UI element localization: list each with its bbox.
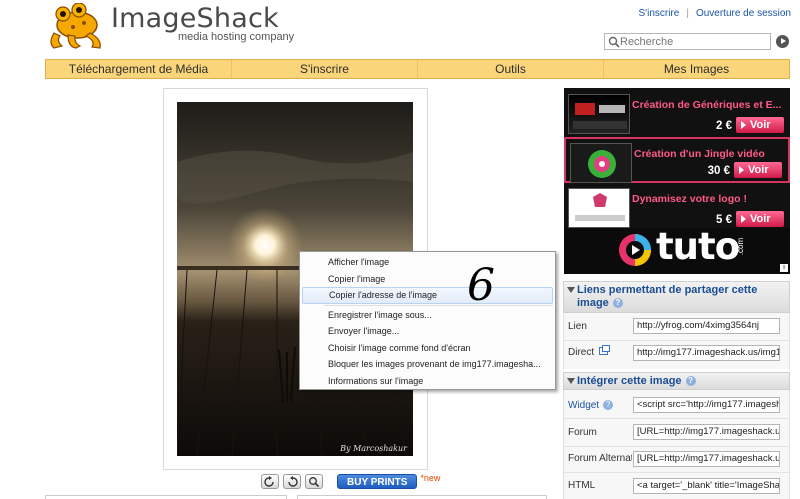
widget-code-field[interactable]: <script src='http://img177.imagesh (633, 397, 780, 413)
link-label: Lien (568, 321, 587, 332)
ad-title: Création de Génériques et E... (632, 99, 782, 111)
tab-tools[interactable]: Outils (418, 60, 604, 78)
ad-thumbnail (568, 94, 630, 134)
collapse-arrow-icon (567, 287, 575, 293)
rotate-left-button[interactable] (261, 474, 279, 489)
html-code-field[interactable]: <a target='_blank' title='ImageShac (633, 478, 780, 494)
help-icon[interactable]: ? (612, 298, 623, 308)
bottom-left-panel (45, 495, 287, 499)
main-nav: Téléchargement de Média S'inscrire Outil… (45, 59, 790, 79)
ad-thumbnail (568, 188, 630, 228)
share-links-header[interactable]: Liens permettant de partager cette image… (563, 281, 790, 313)
ads-panel: Création de Génériques et E... 2 € Voir … (564, 88, 790, 274)
forum-label: Forum (568, 427, 597, 438)
help-icon[interactable]: ? (603, 400, 614, 410)
tuto-logo-icon (619, 234, 651, 266)
link-separator: | (686, 8, 689, 19)
direct-link-label: Direct (568, 345, 611, 358)
ad-thumbnail (570, 143, 632, 183)
external-link-icon[interactable] (599, 345, 611, 355)
brand-tagline: media hosting company (178, 31, 295, 43)
menu-item-view-image[interactable]: Afficher l'image (302, 254, 553, 271)
widget-label[interactable]: Widget? (568, 400, 614, 411)
ad-item[interactable]: Création de Génériques et E... 2 € Voir (564, 90, 790, 136)
forum-code-field[interactable]: [URL=http://img177.imageshack.u (633, 424, 780, 440)
help-icon[interactable]: ? (685, 376, 696, 386)
tuto-banner-suffix: .com (736, 237, 746, 256)
tuto-banner-text: tuto (656, 225, 740, 268)
direct-label-text: Direct (568, 347, 595, 358)
brand-name[interactable]: ImageShack (111, 3, 279, 34)
ad-item[interactable]: Dynamisez votre logo ! 5 € Voir (564, 184, 790, 230)
header-links: S'inscrire | Ouverture de session (639, 8, 791, 19)
menu-item-save-image-as[interactable]: Enregistrer l'image sous... (302, 307, 553, 324)
menu-separator (324, 304, 553, 306)
widget-label-text: Widget (568, 400, 600, 411)
rotate-left-icon (264, 476, 274, 487)
ad-item[interactable]: Création d'un Jingle vidéo 30 € Voir (564, 137, 790, 183)
tab-upload-media[interactable]: Téléchargement de Média (46, 60, 232, 78)
context-menu: Afficher l'image Copier l'image Copier l… (299, 251, 556, 390)
menu-item-set-as-wallpaper[interactable]: Choisir l'image comme fond d'écran (302, 340, 553, 357)
ad-title: Dynamisez votre logo ! (632, 193, 747, 205)
row-divider (563, 418, 790, 419)
ad-info-icon[interactable]: i (780, 264, 788, 272)
ad-price: 30 € (707, 165, 730, 177)
tutorial-step-number: 6 (467, 260, 495, 311)
menu-item-send-image[interactable]: Envoyer l'image... (302, 323, 553, 340)
image-toolbar: BUY PRINTS *new (261, 473, 441, 489)
search-input[interactable] (620, 35, 768, 49)
login-link[interactable]: Ouverture de session (696, 8, 791, 19)
search-go-icon[interactable] (776, 35, 789, 48)
search-box[interactable] (604, 33, 771, 50)
ad-price: 2 € (716, 120, 732, 132)
rotate-right-icon (288, 476, 298, 487)
html-label: HTML (568, 480, 596, 491)
link-url-field[interactable]: http://yfrog.com/4ximg3564nj (633, 318, 780, 334)
menu-item-copy-image[interactable]: Copier l'image (302, 271, 553, 288)
zoom-icon (309, 477, 320, 487)
imageshack-frog-logo[interactable] (46, 2, 106, 51)
menu-item-block-images[interactable]: Bloquer les images provenant de img177.i… (302, 356, 553, 373)
share-links-title: Liens permettant de partager cette image (577, 284, 758, 309)
direct-url-field[interactable]: http://img177.imageshack.us/img1 (633, 345, 780, 361)
embed-title: Intégrer cette image (577, 375, 682, 387)
row-divider (563, 340, 790, 341)
ad-title: Création d'un Jingle vidéo (634, 148, 765, 160)
photo-watermark: By Marcoshakur (340, 444, 407, 453)
row-divider (563, 446, 790, 447)
forum-alt-code-field[interactable]: [URL=http://img177.imageshack.u (633, 451, 780, 467)
tuto-banner[interactable]: tuto .com i (564, 225, 790, 274)
new-badge: *new (420, 473, 441, 483)
zoom-button[interactable] (305, 474, 323, 489)
collapse-arrow-icon (567, 378, 575, 384)
ad-voir-button[interactable]: Voir (736, 211, 784, 227)
ad-voir-button[interactable]: Voir (734, 162, 782, 178)
menu-item-copy-image-address[interactable]: Copier l'adresse de l'image (302, 287, 553, 304)
row-divider (563, 472, 790, 473)
search-icon (608, 35, 620, 48)
forum-alt-label: Forum Alternatif (568, 453, 632, 464)
tab-my-images[interactable]: Mes Images (604, 60, 789, 78)
tab-signup[interactable]: S'inscrire (232, 60, 418, 78)
buy-prints-button[interactable]: BUY PRINTS (337, 474, 418, 489)
ad-voir-button[interactable]: Voir (736, 117, 784, 133)
embed-header[interactable]: Intégrer cette image? (563, 372, 790, 390)
menu-item-image-info[interactable]: Informations sur l'image (302, 373, 553, 390)
rotate-right-button[interactable] (283, 474, 301, 489)
bottom-middle-panel (297, 495, 547, 499)
signup-link[interactable]: S'inscrire (639, 8, 680, 19)
